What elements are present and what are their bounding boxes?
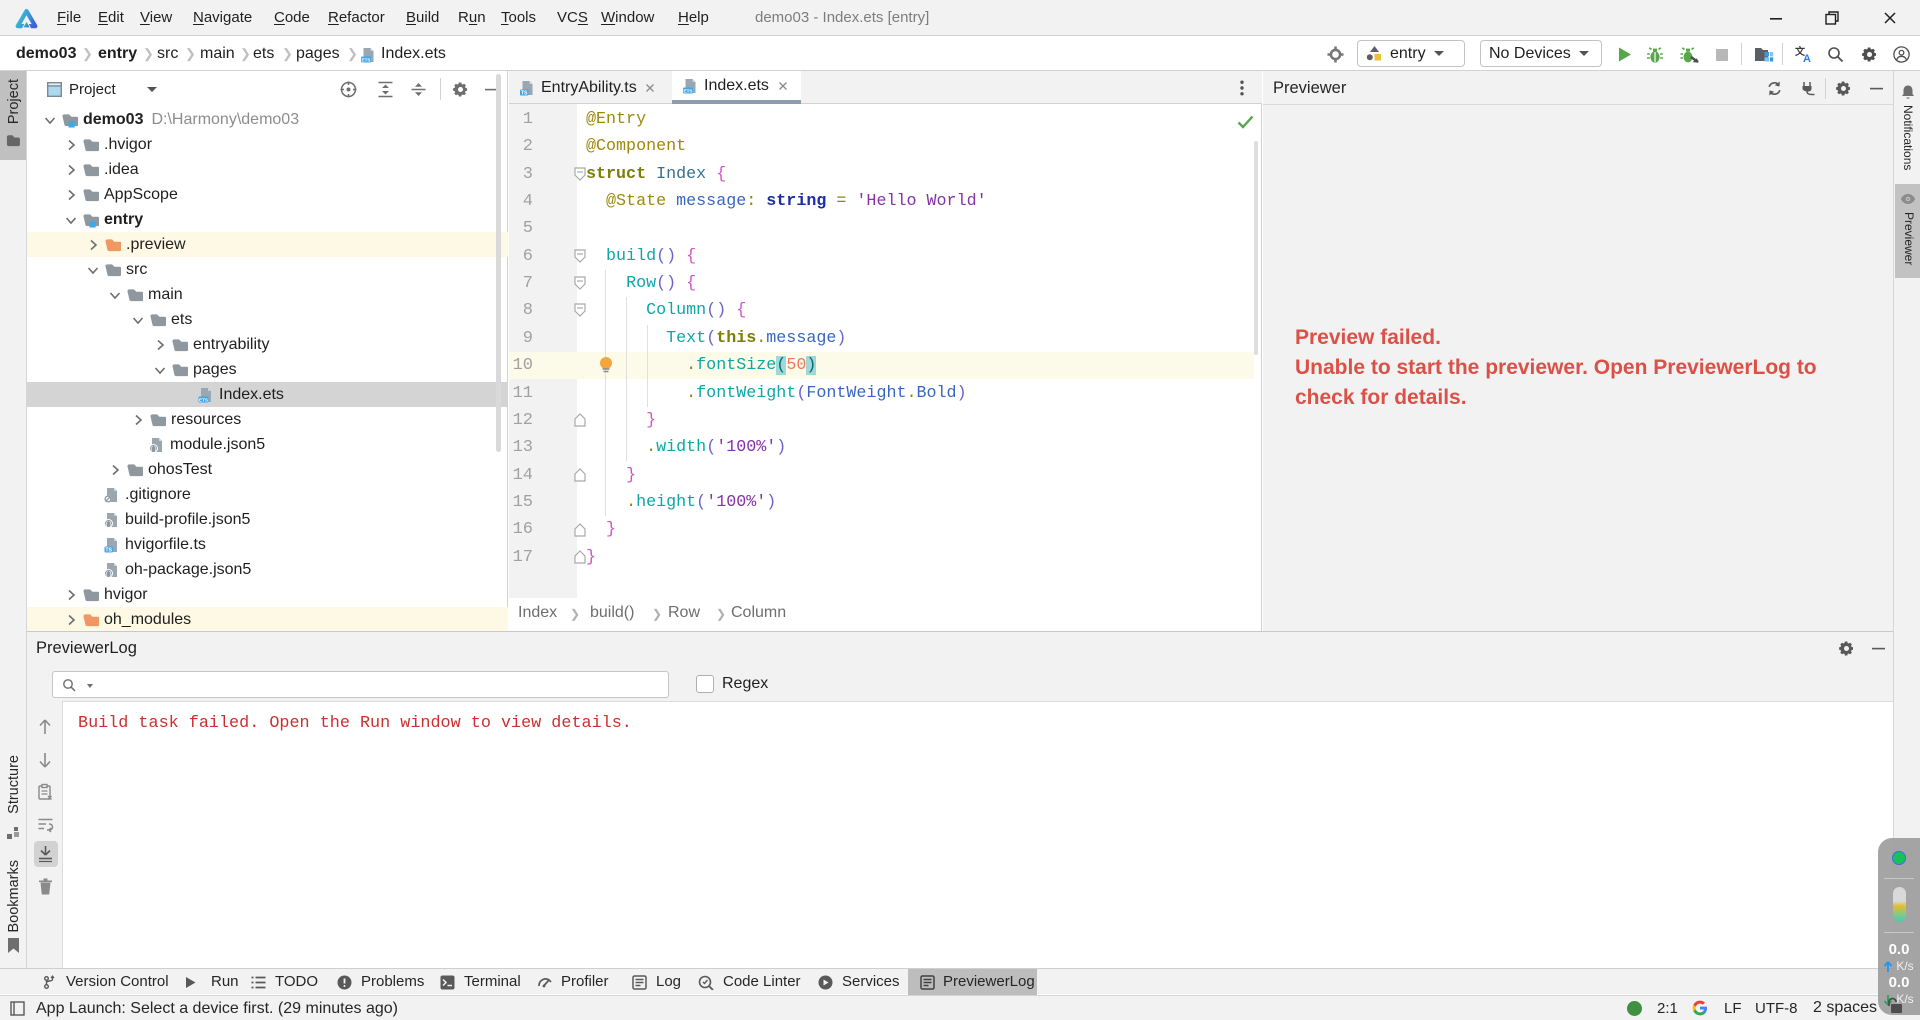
- svg-text:A: A: [1803, 53, 1811, 63]
